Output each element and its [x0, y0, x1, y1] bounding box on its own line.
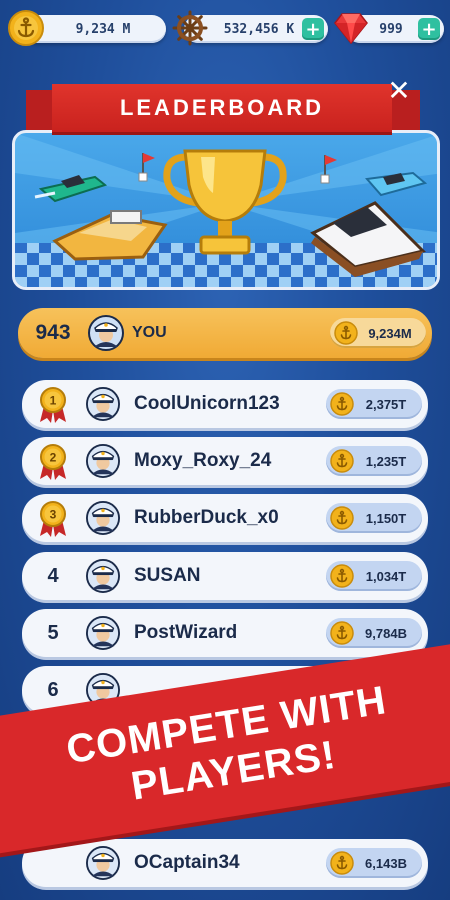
- leaderboard-row[interactable]: 4 SUSAN 1,034T: [22, 552, 428, 600]
- medal-icon: 1: [40, 387, 66, 423]
- medal-rank: 1: [50, 394, 57, 408]
- captain-avatar-icon: [86, 387, 120, 421]
- leaderboard-row[interactable]: 5 PostWizard 9,784B: [22, 609, 428, 657]
- leaderboard-row[interactable]: 2 Moxy_Roxy_24 1,235T: [22, 437, 428, 485]
- leaderboard-row[interactable]: 3 RubberDuck_x0 1,150T: [22, 494, 428, 542]
- anchor-coin-icon: [330, 851, 354, 875]
- captain-avatar-icon: [86, 846, 120, 880]
- plus-icon: +: [305, 18, 321, 40]
- score-pill: 9,784B: [326, 618, 422, 648]
- scene-illustration: [15, 133, 437, 287]
- currency-bar: 9,234 M 532,456 K + 999 +: [0, 0, 450, 58]
- close-icon: ✕: [387, 73, 411, 107]
- captain-avatar-icon: [88, 315, 124, 351]
- player-name: OCaptain34: [134, 852, 240, 873]
- add-gems-button[interactable]: +: [418, 18, 440, 40]
- close-button[interactable]: ✕: [383, 73, 415, 107]
- score-value: 1,034T: [365, 568, 407, 584]
- anchor-coin-icon: [330, 564, 354, 588]
- gems-value: 999: [379, 21, 403, 37]
- buoy-flag-icon: [138, 153, 155, 182]
- player-name: SUSAN: [134, 565, 201, 586]
- score-pill: 9,234M: [330, 318, 426, 348]
- leaderboard-scene: [12, 130, 440, 290]
- captain-avatar-icon: [86, 444, 120, 478]
- score-pill: 1,150T: [326, 503, 422, 533]
- player-name: YOU: [132, 324, 167, 341]
- captain-avatar-icon: [86, 559, 120, 593]
- player-rank: 4: [47, 564, 59, 587]
- score-pill: 1,034T: [326, 561, 422, 591]
- medal-rank: 2: [50, 451, 57, 465]
- anchor-coin-icon: [8, 10, 44, 46]
- score-value: 6,143B: [365, 855, 407, 871]
- anchor-coin-icon: [334, 321, 358, 345]
- player-rank: 5: [47, 621, 59, 644]
- trophy-icon: [163, 149, 287, 255]
- helm-value: 532,456 K: [223, 21, 295, 37]
- anchor-coin-icon: [330, 621, 354, 645]
- score-value: 9,784B: [365, 625, 407, 641]
- score-value: 1,150T: [365, 510, 407, 526]
- player-name: PostWizard: [134, 622, 238, 643]
- anchor-coin-icon: [330, 392, 354, 416]
- anchor-coin-icon: [330, 449, 354, 473]
- score-pill: 1,235T: [326, 446, 422, 476]
- score-value: 2,375T: [365, 396, 407, 412]
- score-pill: 6,143B: [326, 848, 422, 878]
- player-row-you[interactable]: 943 YOU 9,234M: [18, 308, 432, 358]
- coins-value: 9,234 M: [75, 21, 131, 37]
- score-pill: 2,375T: [326, 389, 422, 419]
- player-name: RubberDuck_x0: [134, 507, 279, 528]
- ship-wheel-icon: [172, 10, 208, 46]
- captain-avatar-icon: [86, 501, 120, 535]
- anchor-coin-icon: [330, 506, 354, 530]
- captain-avatar-icon: [86, 616, 120, 650]
- medal-icon: 2: [40, 444, 66, 480]
- player-name: Moxy_Roxy_24: [134, 450, 272, 471]
- gem-icon: [334, 13, 368, 44]
- add-helm-button[interactable]: +: [302, 18, 324, 40]
- page-title: LEADERBOARD: [119, 95, 325, 120]
- leaderboard-row[interactable]: 1 CoolUnicorn123 2,375T: [22, 380, 428, 428]
- leaderboard-row[interactable]: OCaptain34 6,143B: [22, 839, 428, 887]
- speedboat-icon: [34, 175, 108, 203]
- plus-icon: +: [421, 18, 437, 40]
- leaderboard-ribbon: LEADERBOARD: [52, 84, 392, 132]
- medal-icon: 3: [40, 501, 66, 537]
- player-name: CoolUnicorn123: [134, 393, 280, 414]
- player-rank: 943: [35, 321, 71, 344]
- score-value: 9,234M: [368, 325, 412, 341]
- medal-rank: 3: [50, 508, 57, 522]
- score-value: 1,235T: [365, 453, 407, 469]
